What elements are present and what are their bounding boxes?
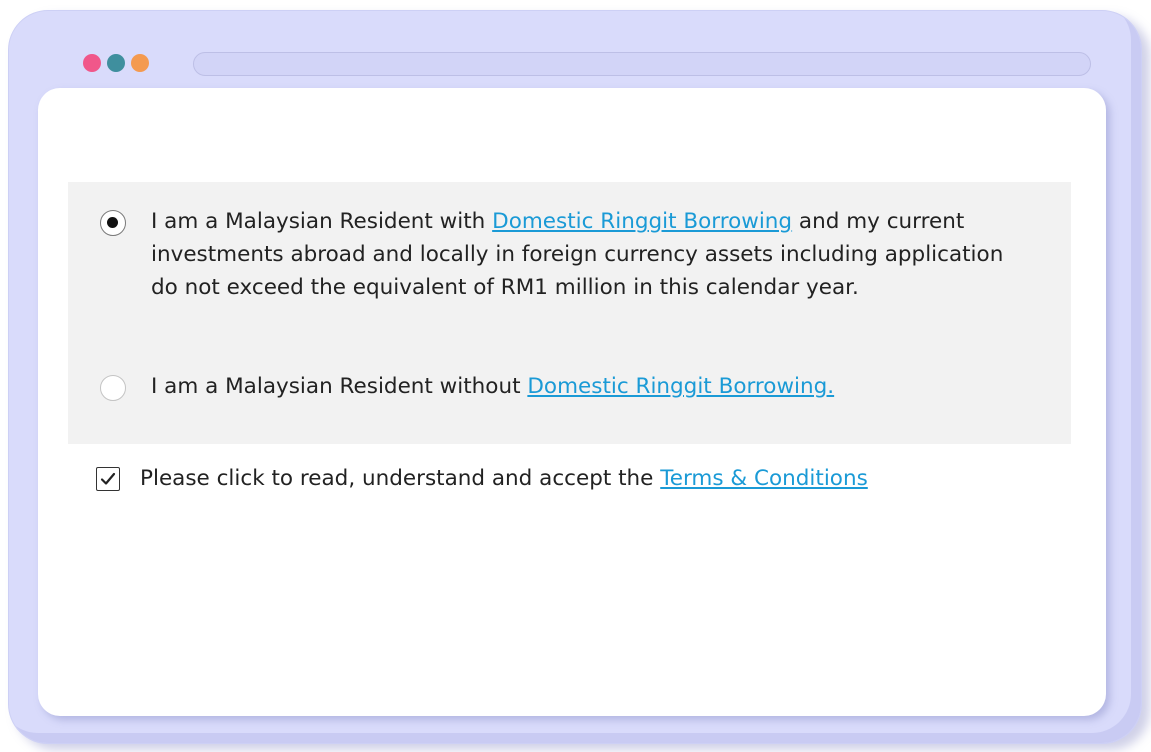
domestic-ringgit-borrowing-link[interactable]: Domestic Ringgit Borrowing — [492, 209, 792, 234]
radio-with-borrowing[interactable] — [100, 210, 126, 236]
option-with-borrowing-text: I am a Malaysian Resident with Domestic … — [151, 205, 1011, 304]
domestic-ringgit-borrowing-link-2[interactable]: Domestic Ringgit Borrowing. — [527, 374, 834, 399]
maximize-window-dot[interactable] — [131, 54, 149, 72]
close-window-dot[interactable] — [83, 54, 101, 72]
window-controls — [83, 54, 149, 72]
terms-checkbox[interactable] — [96, 467, 120, 491]
option-without-borrowing-prefix: I am a Malaysian Resident without — [151, 374, 528, 399]
option-with-borrowing-prefix: I am a Malaysian Resident with — [151, 209, 493, 234]
terms-row[interactable]: Please click to read, understand and acc… — [96, 464, 868, 494]
terms-text: Please click to read, understand and acc… — [140, 464, 868, 494]
radio-without-borrowing[interactable] — [100, 375, 126, 401]
content-card: I am a Malaysian Resident with Domestic … — [38, 88, 1106, 716]
option-with-borrowing[interactable]: I am a Malaysian Resident with Domestic … — [100, 209, 1011, 304]
address-bar[interactable] — [193, 52, 1091, 76]
checkmark-icon — [100, 472, 116, 485]
terms-prefix: Please click to read, understand and acc… — [140, 466, 661, 491]
option-without-borrowing[interactable]: I am a Malaysian Resident without Domest… — [100, 374, 1011, 403]
residency-options: I am a Malaysian Resident with Domestic … — [68, 182, 1071, 444]
option-without-borrowing-text: I am a Malaysian Resident without Domest… — [151, 370, 1011, 403]
terms-and-conditions-link[interactable]: Terms & Conditions — [660, 466, 868, 491]
minimize-window-dot[interactable] — [107, 54, 125, 72]
